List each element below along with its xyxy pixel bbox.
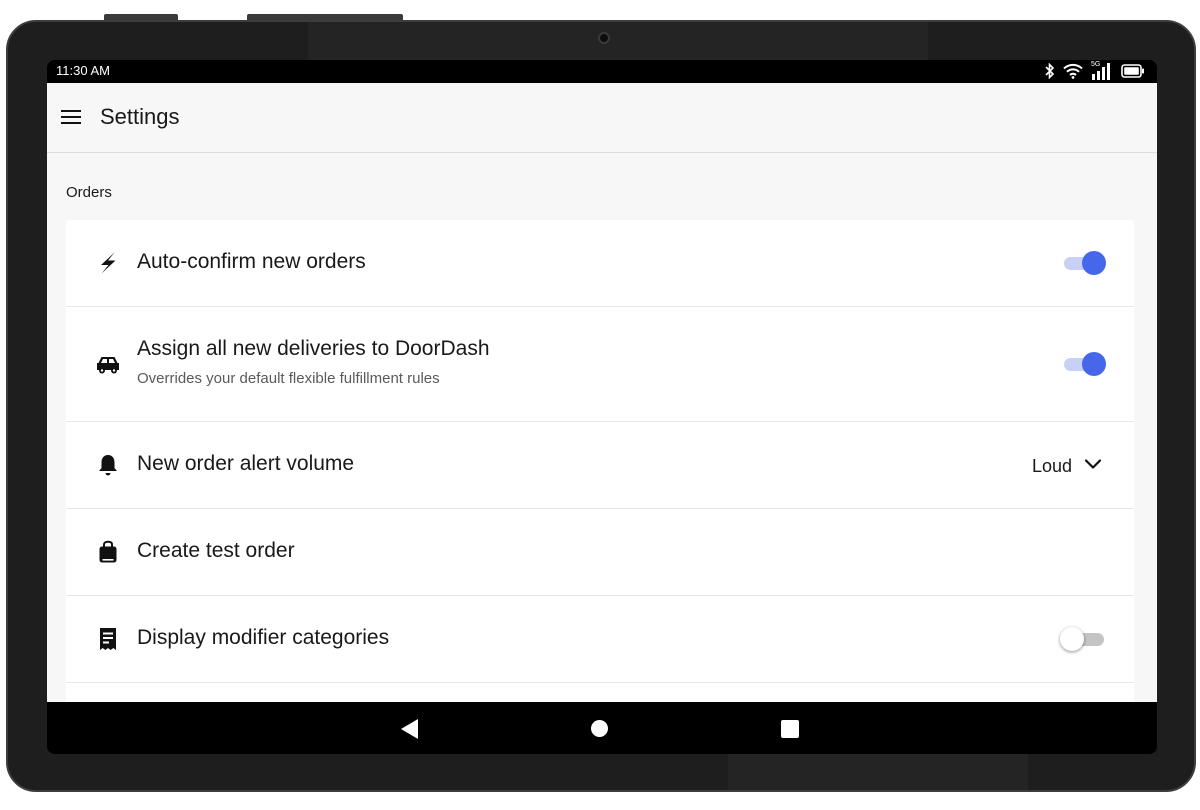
setting-assign-deliveries[interactable]: Assign all new deliveries to DoorDash Ov…: [66, 307, 1134, 422]
back-icon[interactable]: [401, 719, 418, 739]
setting-alert-volume[interactable]: New order alert volume Loud: [66, 422, 1134, 509]
setting-create-test-order[interactable]: Create test order: [66, 509, 1134, 596]
status-icons: 5G: [1045, 61, 1145, 80]
recents-icon[interactable]: [781, 720, 799, 738]
bluetooth-icon: [1045, 63, 1055, 79]
alert-volume-value: Loud: [1031, 455, 1072, 476]
chevron-down-icon: [1084, 457, 1102, 475]
settings-screen: Settings Orders Auto-confirm new orders: [47, 83, 1157, 702]
receipt-icon: [95, 626, 121, 652]
setting-title: New order alert volume: [137, 452, 355, 475]
bell-icon: [95, 452, 121, 478]
battery-icon: [1121, 64, 1145, 78]
setting-auto-confirm[interactable]: Auto-confirm new orders: [66, 220, 1134, 307]
page-title: Settings: [100, 104, 180, 129]
setting-display-modifiers[interactable]: Display modifier categories: [66, 596, 1134, 683]
hamburger-menu-icon[interactable]: [59, 107, 83, 127]
alert-volume-dropdown[interactable]: Loud: [1032, 453, 1102, 479]
setting-subtitle: Overrides your default flexible fulfillm…: [137, 370, 440, 387]
display-modifiers-toggle[interactable]: [1060, 626, 1106, 652]
front-camera: [598, 32, 610, 44]
status-time: 11:30 AM: [56, 63, 110, 78]
setting-title: Assign all new deliveries to DoorDash: [137, 337, 490, 360]
assign-deliveries-toggle[interactable]: [1062, 351, 1106, 377]
system-nav-bar: [47, 702, 1157, 754]
setting-title: Create test order: [137, 539, 295, 562]
setting-row-partial: [66, 683, 1134, 702]
car-icon: [95, 351, 121, 377]
wifi-icon: [1063, 63, 1083, 79]
5g-signal-icon: 5G: [1091, 61, 1113, 80]
lightning-bolt-icon: [95, 250, 121, 276]
section-label-orders: Orders: [66, 184, 112, 201]
app-bar: Settings: [47, 83, 1157, 153]
setting-title: Auto-confirm new orders: [137, 250, 366, 273]
orders-settings-list: Auto-confirm new orders Assign all new d…: [66, 220, 1134, 702]
status-bar: 11:30 AM 5G: [47, 60, 1157, 83]
home-icon[interactable]: [591, 720, 608, 737]
shopping-bag-icon: [95, 539, 121, 565]
auto-confirm-toggle[interactable]: [1062, 250, 1106, 276]
setting-title: Display modifier categories: [137, 626, 390, 649]
tablet-screen: 11:30 AM 5G Settings Orders Auto-confirm…: [47, 60, 1157, 754]
